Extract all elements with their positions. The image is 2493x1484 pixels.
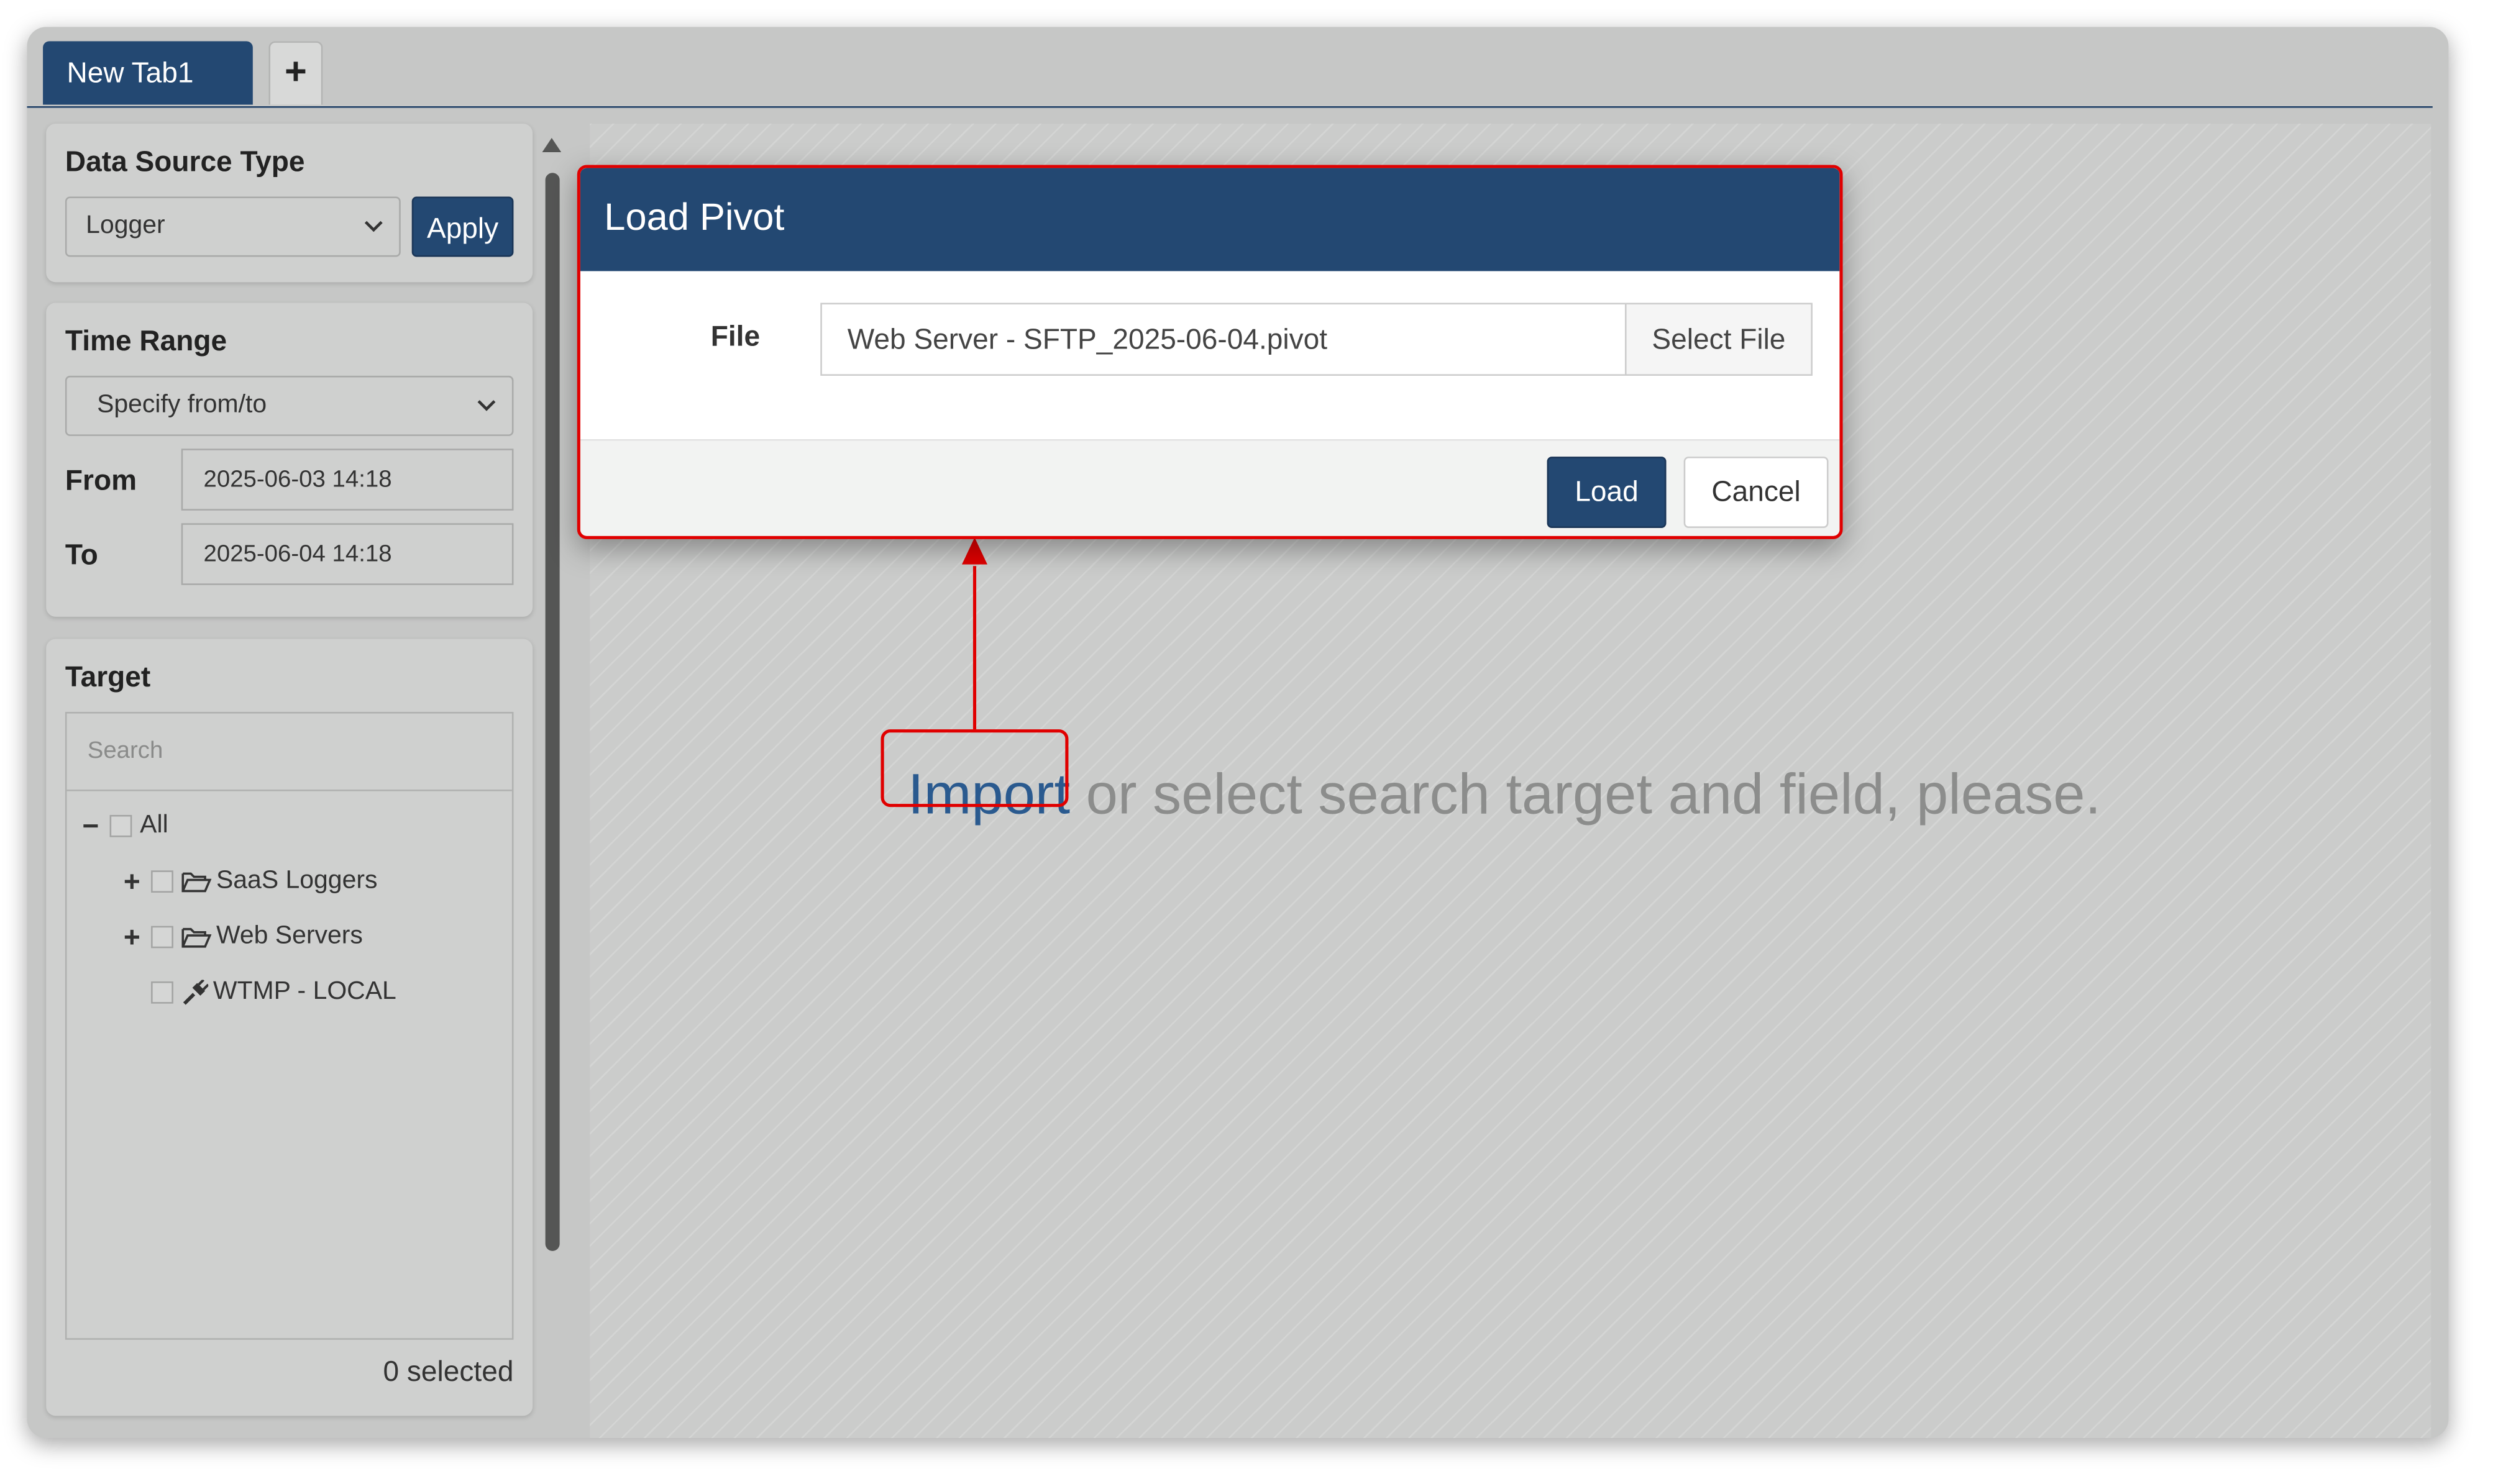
empty-state-text: or select search target and field, pleas…	[1070, 761, 2102, 826]
checkbox[interactable]	[151, 926, 173, 949]
checkbox[interactable]	[109, 814, 132, 837]
scrollbar-thumb[interactable]	[545, 173, 560, 1251]
target-title: Target	[65, 661, 151, 693]
tab-new-tab1[interactable]: New Tab1	[43, 41, 253, 105]
plug-icon	[183, 979, 209, 1004]
chevron-down-icon	[364, 221, 383, 232]
target-panel: Target Search − All + SaaS Loggers + Web…	[46, 639, 533, 1416]
checkbox[interactable]	[151, 981, 173, 1004]
folder-open-icon	[181, 927, 212, 948]
tree-item-label: SaaS Loggers	[216, 867, 378, 894]
time-range-title: Time Range	[65, 325, 227, 357]
empty-state-message: Import or select search target and field…	[908, 761, 2101, 827]
annotation-arrow-head	[962, 537, 987, 565]
to-input[interactable]: 2025-06-04 14:18	[181, 523, 514, 585]
target-search-input[interactable]: Search	[66, 714, 512, 791]
tree-item-label: Web Servers	[216, 922, 363, 950]
select-file-button[interactable]: Select File	[1624, 303, 1813, 376]
data-source-panel: Data Source Type Logger Apply	[46, 124, 533, 283]
from-input[interactable]: 2025-06-03 14:18	[181, 448, 514, 511]
tab-bar: New Tab1 +	[27, 27, 2433, 108]
tree-item-wtmp-local[interactable]: WTMP - LOCAL	[151, 975, 396, 1010]
load-button[interactable]: Load	[1547, 457, 1667, 528]
tree-item-web-servers[interactable]: + Web Servers	[121, 919, 363, 954]
folder-open-icon	[181, 872, 212, 893]
dialog-body: File Web Server - SFTP_2025-06-04.pivot …	[580, 271, 1840, 441]
collapse-icon[interactable]: −	[80, 809, 102, 844]
to-label: To	[65, 539, 98, 571]
time-range-select[interactable]: Specify from/to	[65, 375, 514, 436]
tree-item-label: All	[140, 811, 168, 839]
target-tree: Search − All + SaaS Loggers + Web Server	[65, 712, 514, 1340]
page: New Tab1 + Data Source Type Logger Apply…	[0, 0, 2493, 1484]
cancel-button[interactable]: Cancel	[1683, 457, 1829, 528]
tree-item-saas-loggers[interactable]: + SaaS Loggers	[121, 864, 378, 899]
load-pivot-dialog: Load Pivot File Web Server - SFTP_2025-0…	[577, 165, 1843, 539]
expand-icon[interactable]: +	[121, 919, 143, 954]
checkbox[interactable]	[151, 870, 173, 893]
from-label: From	[65, 464, 137, 496]
tree-item-all[interactable]: − All	[80, 809, 168, 844]
time-range-selected-value: Specify from/to	[97, 391, 267, 419]
selected-count: 0 selected	[383, 1355, 514, 1388]
tree-item-label: WTMP - LOCAL	[213, 978, 396, 1006]
dialog-footer: Load Cancel	[580, 440, 1840, 536]
data-source-title: Data Source Type	[65, 145, 305, 178]
add-tab-button[interactable]: +	[268, 41, 323, 105]
expand-icon[interactable]: +	[121, 864, 143, 899]
file-label: File	[710, 320, 761, 352]
data-source-selected-value: Logger	[86, 212, 165, 240]
annotation-arrow-line	[972, 566, 977, 730]
chevron-down-icon	[477, 400, 496, 411]
file-path-input[interactable]: Web Server - SFTP_2025-06-04.pivot	[820, 303, 1629, 376]
time-range-panel: Time Range Specify from/to From 2025-06-…	[46, 303, 533, 617]
data-source-select[interactable]: Logger	[65, 196, 401, 257]
dialog-title: Load Pivot	[580, 168, 1840, 271]
import-highlight-box	[881, 729, 1069, 808]
apply-button[interactable]: Apply	[411, 196, 514, 257]
scroll-up-arrow-icon[interactable]	[542, 138, 562, 153]
